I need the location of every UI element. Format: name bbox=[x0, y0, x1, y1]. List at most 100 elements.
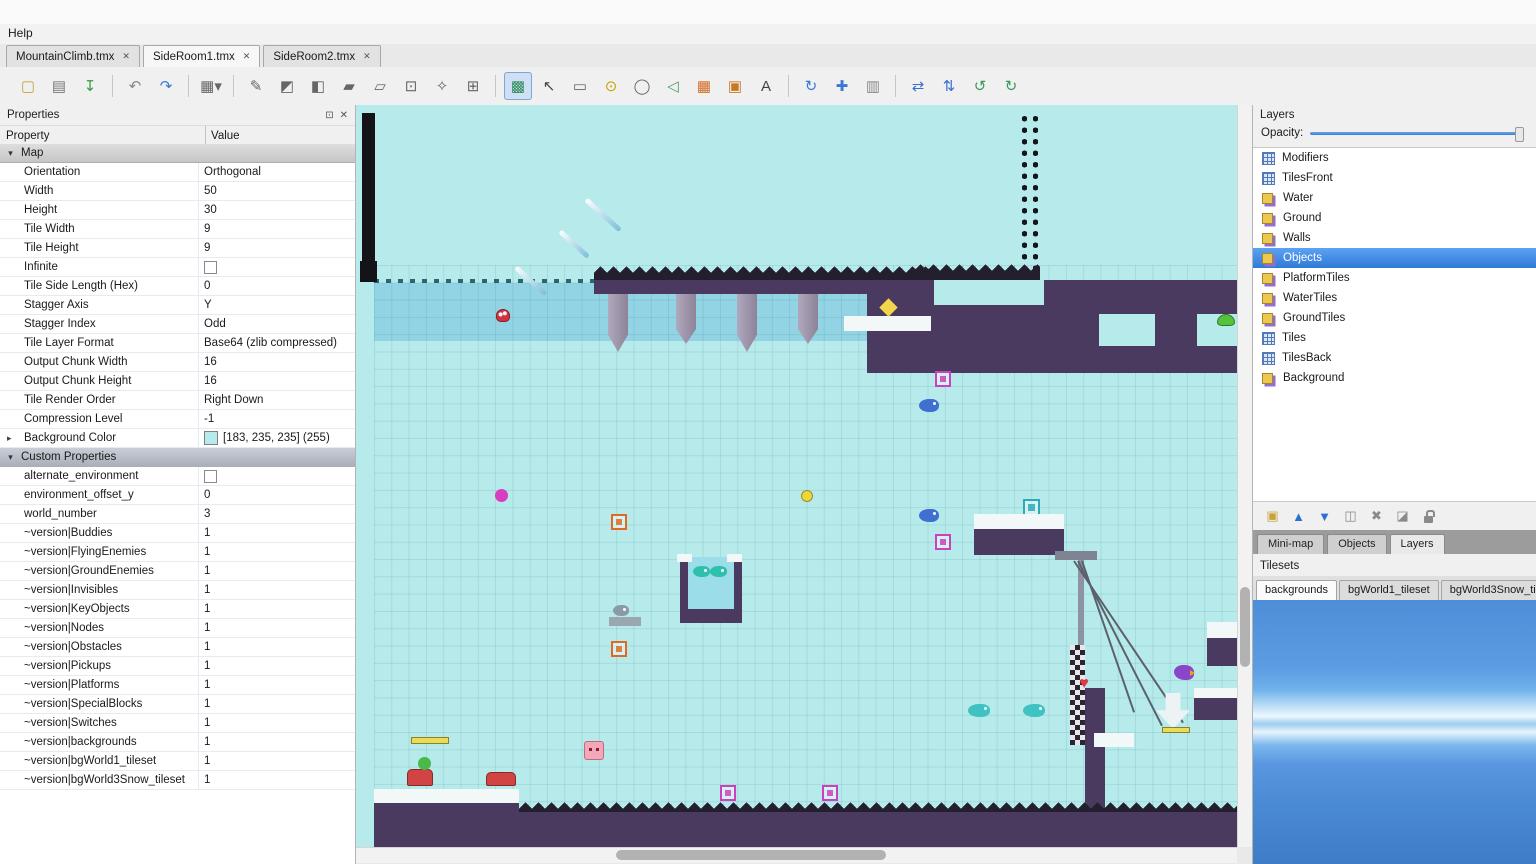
property-row[interactable]: ~version|FlyingEnemies1 bbox=[0, 543, 355, 562]
property-value[interactable]: 1 bbox=[199, 771, 355, 789]
property-row[interactable]: world_number3 bbox=[0, 505, 355, 524]
tileset-tab-bgworld3snow_tileset[interactable]: bgWorld3Snow_tileset bbox=[1441, 580, 1536, 600]
flip-vertical-button[interactable]: ⇅ bbox=[935, 72, 963, 100]
insert-point-tool[interactable]: ⊙ bbox=[597, 72, 625, 100]
property-row[interactable]: Stagger IndexOdd bbox=[0, 315, 355, 334]
collapse-icon[interactable]: ▾ bbox=[5, 452, 16, 463]
horizontal-scroll-thumb[interactable] bbox=[616, 850, 886, 860]
property-value[interactable]: 0 bbox=[199, 277, 355, 295]
property-value[interactable]: 1 bbox=[199, 581, 355, 599]
property-row[interactable]: ~version|Platforms1 bbox=[0, 676, 355, 695]
property-row[interactable]: ~version|backgrounds1 bbox=[0, 733, 355, 752]
layer-item-background[interactable]: Background bbox=[1253, 368, 1536, 388]
property-section[interactable]: ▾Custom Properties bbox=[0, 448, 355, 467]
property-row[interactable]: ~version|bgWorld3Snow_tileset1 bbox=[0, 771, 355, 790]
raise-layer-button[interactable]: ▲ bbox=[1287, 506, 1310, 526]
tab-close-icon[interactable]: ✕ bbox=[363, 51, 371, 62]
close-panel-icon[interactable]: ✕ bbox=[340, 110, 348, 121]
property-value[interactable]: Y bbox=[199, 296, 355, 314]
eraser-tool[interactable]: ▱ bbox=[366, 72, 394, 100]
shape-fill-tool[interactable]: ▰ bbox=[335, 72, 363, 100]
document-tab[interactable]: MountainClimb.tmx✕ bbox=[6, 45, 140, 67]
remove-layer-button[interactable]: ✖ bbox=[1365, 506, 1388, 526]
menu-item-help[interactable]: Help bbox=[0, 24, 41, 42]
property-row[interactable]: ▸Background Color[183, 235, 235] (255) bbox=[0, 429, 355, 448]
automap-button[interactable]: ↻ bbox=[797, 72, 825, 100]
property-value[interactable]: 1 bbox=[199, 752, 355, 770]
property-value[interactable]: 1 bbox=[199, 695, 355, 713]
property-value[interactable]: 1 bbox=[199, 714, 355, 732]
open-button[interactable]: ▤ bbox=[45, 72, 73, 100]
rotate-right-button[interactable]: ↻ bbox=[997, 72, 1025, 100]
property-row[interactable]: ~version|bgWorld1_tileset1 bbox=[0, 752, 355, 771]
bucket-fill-tool[interactable]: ◧ bbox=[304, 72, 332, 100]
layer-item-tilesfront[interactable]: TilesFront bbox=[1253, 168, 1536, 188]
opacity-slider[interactable] bbox=[1310, 132, 1524, 135]
property-value[interactable]: 1 bbox=[199, 600, 355, 618]
layer-item-ground[interactable]: Ground bbox=[1253, 208, 1536, 228]
property-value[interactable]: 1 bbox=[199, 524, 355, 542]
property-value[interactable]: Orthogonal bbox=[199, 163, 355, 181]
lock-layer-button[interactable] bbox=[1417, 506, 1440, 526]
document-tab[interactable]: SideRoom2.tmx✕ bbox=[263, 45, 380, 67]
property-row[interactable]: Stagger AxisY bbox=[0, 296, 355, 315]
property-row[interactable]: Height30 bbox=[0, 201, 355, 220]
property-value[interactable]: 1 bbox=[199, 638, 355, 656]
insert-ellipse-tool[interactable]: ◯ bbox=[628, 72, 656, 100]
insert-template-tool[interactable]: ▣ bbox=[721, 72, 749, 100]
property-value[interactable]: 9 bbox=[199, 239, 355, 257]
insert-tile-tool[interactable]: ▩ bbox=[504, 72, 532, 100]
property-value[interactable]: 1 bbox=[199, 562, 355, 580]
export-button[interactable]: ↧ bbox=[76, 72, 104, 100]
property-row[interactable]: ~version|Obstacles1 bbox=[0, 638, 355, 657]
property-value[interactable]: 9 bbox=[199, 220, 355, 238]
tileset-preview[interactable] bbox=[1253, 600, 1536, 864]
map-view[interactable]: ♥ bbox=[356, 105, 1237, 847]
property-row[interactable]: alternate_environment bbox=[0, 467, 355, 486]
property-row[interactable]: ~version|Pickups1 bbox=[0, 657, 355, 676]
property-row[interactable]: ~version|Nodes1 bbox=[0, 619, 355, 638]
layer-item-modifiers[interactable]: Modifiers bbox=[1253, 148, 1536, 168]
property-row[interactable]: Output Chunk Height16 bbox=[0, 372, 355, 391]
document-tab[interactable]: SideRoom1.tmx✕ bbox=[143, 45, 260, 67]
property-row[interactable]: Tile Side Length (Hex)0 bbox=[0, 277, 355, 296]
tab-close-icon[interactable]: ✕ bbox=[243, 51, 251, 62]
lower-layer-button[interactable]: ▼ bbox=[1313, 506, 1336, 526]
property-value[interactable]: 3 bbox=[199, 505, 355, 523]
property-row[interactable]: environment_offset_y0 bbox=[0, 486, 355, 505]
dock-tab-objects[interactable]: Objects bbox=[1327, 534, 1386, 554]
map-horizontal-scrollbar[interactable] bbox=[356, 847, 1237, 863]
layer-item-watertiles[interactable]: WaterTiles bbox=[1253, 288, 1536, 308]
expand-icon[interactable]: ▸ bbox=[7, 433, 12, 444]
rotate-left-button[interactable]: ↺ bbox=[966, 72, 994, 100]
property-value[interactable]: 1 bbox=[199, 619, 355, 637]
property-row[interactable]: ~version|Invisibles1 bbox=[0, 581, 355, 600]
property-row[interactable]: ~version|Switches1 bbox=[0, 714, 355, 733]
property-value[interactable]: [183, 235, 235] (255) bbox=[199, 429, 355, 447]
property-value[interactable]: 1 bbox=[199, 657, 355, 675]
property-value[interactable]: 1 bbox=[199, 543, 355, 561]
property-row[interactable]: ~version|Buddies1 bbox=[0, 524, 355, 543]
property-row[interactable]: OrientationOrthogonal bbox=[0, 163, 355, 182]
insert-tile-stamp-tool[interactable]: ▦ bbox=[690, 72, 718, 100]
dock-tab-layers[interactable]: Layers bbox=[1390, 534, 1445, 554]
new-map-button[interactable]: ▢ bbox=[14, 72, 42, 100]
collapse-icon[interactable]: ▾ bbox=[5, 148, 16, 159]
tab-close-icon[interactable]: ✕ bbox=[122, 51, 130, 62]
property-row[interactable]: Tile Render OrderRight Down bbox=[0, 391, 355, 410]
property-value[interactable]: Base64 (zlib compressed) bbox=[199, 334, 355, 352]
property-value[interactable]: Right Down bbox=[199, 391, 355, 409]
add-layer-button[interactable]: ▣ bbox=[1261, 506, 1284, 526]
flip-horizontal-button[interactable]: ⇄ bbox=[904, 72, 932, 100]
property-value[interactable]: 50 bbox=[199, 182, 355, 200]
select-objects-tool[interactable]: ↖ bbox=[535, 72, 563, 100]
layer-item-groundtiles[interactable]: GroundTiles bbox=[1253, 308, 1536, 328]
layer-item-platformtiles[interactable]: PlatformTiles bbox=[1253, 268, 1536, 288]
image-button[interactable]: ▥ bbox=[859, 72, 887, 100]
insert-rectangle-tool[interactable]: ▭ bbox=[566, 72, 594, 100]
property-row[interactable]: Output Chunk Width16 bbox=[0, 353, 355, 372]
layer-item-tiles[interactable]: Tiles bbox=[1253, 328, 1536, 348]
property-value[interactable]: 1 bbox=[199, 676, 355, 694]
terrain-brush-tool[interactable]: ◩ bbox=[273, 72, 301, 100]
property-value[interactable] bbox=[199, 258, 355, 276]
